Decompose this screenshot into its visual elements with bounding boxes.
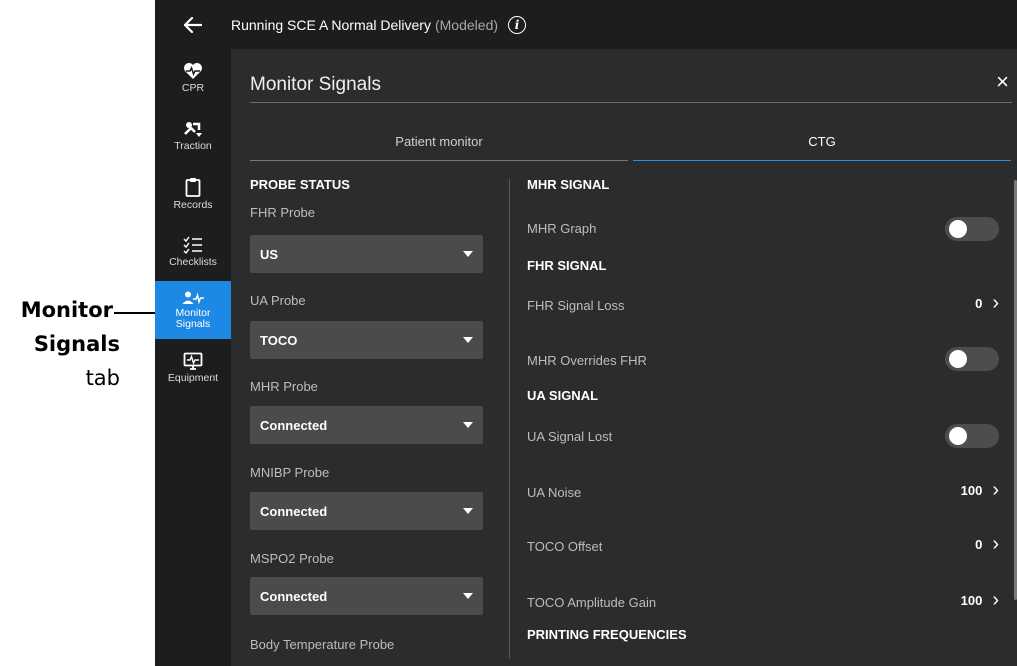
chevron-down-icon [463, 337, 473, 343]
chevron-right-icon: › [992, 533, 999, 555]
mhr-probe-label: MHR Probe [250, 379, 318, 394]
mhr-graph-label: MHR Graph [527, 221, 597, 236]
toco-amplitude-gain-label: TOCO Amplitude Gain [527, 595, 657, 610]
sidebar-item-records[interactable]: Records [155, 165, 231, 223]
chevron-right-icon: › [992, 589, 999, 611]
monitor-signals-panel: Monitor Signals × Patient monitor CTG PR… [250, 49, 1017, 666]
callout-line-3: tab [85, 366, 120, 390]
ua-probe-select[interactable]: TOCO [250, 321, 483, 359]
ua-probe-label: UA Probe [250, 293, 306, 308]
toco-amplitude-gain-number: 100 [960, 592, 983, 608]
sidebar-item-checklists[interactable]: Checklists [155, 223, 231, 281]
traction-icon [184, 122, 202, 137]
chevron-right-icon: › [992, 479, 999, 501]
fhr-signal-loss-value[interactable]: 0 › [975, 292, 999, 314]
toco-offset-number: 0 [975, 536, 983, 552]
mhr-probe-select[interactable]: Connected [250, 406, 483, 444]
sidebar-item-label: Equipment [167, 372, 219, 384]
monitor-signals-icon [182, 291, 204, 304]
mnibp-probe-value: Connected [260, 503, 328, 519]
mhr-signal-heading: MHR SIGNAL [527, 177, 610, 192]
ua-noise-value[interactable]: 100 › [960, 479, 999, 501]
toco-offset-label: TOCO Offset [527, 539, 603, 554]
sidebar-item-label: Traction [174, 140, 212, 152]
chevron-down-icon [463, 508, 473, 514]
sidebar-item-traction[interactable]: Traction [155, 107, 231, 165]
fhr-probe-select[interactable]: US [250, 235, 483, 273]
scenario-title: Running SCE A Normal Delivery (Modeled) … [231, 15, 527, 34]
back-button[interactable] [155, 0, 231, 49]
fhr-signal-heading: FHR SIGNAL [527, 258, 607, 273]
sidebar-item-equipment[interactable]: Equipment [155, 339, 231, 397]
app-window: Running SCE A Normal Delivery (Modeled) … [155, 0, 1017, 666]
mspo2-probe-value: Connected [260, 588, 328, 604]
sidebar-item-cpr[interactable]: CPR [155, 49, 231, 107]
fhr-signal-loss-number: 0 [975, 295, 983, 311]
heart-pulse-icon [184, 63, 202, 79]
tab-bar: Patient monitor CTG [250, 131, 1012, 161]
checklist-icon [183, 236, 202, 254]
mnibp-probe-label: MNIBP Probe [250, 465, 330, 480]
sidebar-item-monitor-signals[interactable]: Monitor Signals [155, 281, 231, 339]
sidebar-item-label-line-2: Signals [175, 317, 211, 330]
ua-signal-lost-label: UA Signal Lost [527, 429, 613, 444]
mnibp-probe-select[interactable]: Connected [250, 492, 483, 530]
sidebar-item-label-line-1: Monitor [175, 306, 211, 319]
fhr-signal-loss-label: FHR Signal Loss [527, 298, 625, 313]
toggle-knob [949, 220, 967, 238]
sidebar-item-label: CPR [181, 82, 205, 94]
title-divider [250, 102, 1012, 103]
scenario-name: Running SCE A Normal Delivery [231, 16, 431, 33]
ua-signal-lost-toggle[interactable] [945, 424, 999, 448]
probe-status-section: PROBE STATUS FHR Probe US UA Probe TOCO … [250, 177, 485, 652]
toco-amplitude-gain-value[interactable]: 100 › [960, 589, 999, 611]
ua-signal-heading: UA SIGNAL [527, 388, 599, 403]
chevron-right-icon: › [992, 292, 999, 314]
mhr-overrides-fhr-toggle[interactable] [945, 347, 999, 371]
chevron-down-icon [463, 593, 473, 599]
chevron-down-icon [463, 251, 473, 257]
ua-noise-label: UA Noise [527, 485, 582, 500]
toggle-knob [949, 350, 967, 368]
clipboard-icon [185, 178, 201, 197]
monitor-signals-callout: Monitor Signals tab [0, 290, 157, 410]
chevron-down-icon [463, 422, 473, 428]
sidebar-item-label: Records [173, 199, 213, 211]
tab-ctg[interactable]: CTG [633, 131, 1011, 161]
close-icon[interactable]: × [996, 71, 1009, 93]
tab-patient-monitor[interactable]: Patient monitor [250, 131, 628, 161]
info-icon[interactable]: i [508, 15, 527, 34]
equipment-monitor-icon [183, 352, 203, 370]
toco-offset-value[interactable]: 0 › [975, 533, 999, 555]
panel-title: Monitor Signals [250, 74, 381, 95]
printing-frequencies-heading: PRINTING FREQUENCIES [527, 627, 687, 642]
top-bar: Running SCE A Normal Delivery (Modeled) … [155, 0, 1017, 49]
body-temperature-probe-label: Body Temperature Probe [250, 637, 395, 652]
sidebar-item-label: Checklists [169, 256, 217, 268]
mhr-graph-toggle[interactable] [945, 217, 999, 241]
callout-pointer-line [114, 312, 157, 314]
ua-noise-number: 100 [960, 482, 983, 498]
scenario-mode: (Modeled) [434, 16, 499, 33]
mspo2-probe-select[interactable]: Connected [250, 577, 483, 615]
fhr-probe-label: FHR Probe [250, 205, 316, 220]
ctg-signals-section: MHR SIGNAL MHR Graph FHR SIGNAL FHR Sign… [527, 177, 999, 666]
ua-probe-value: TOCO [260, 332, 298, 348]
mspo2-probe-label: MSPO2 Probe [250, 551, 334, 566]
fhr-probe-value: US [260, 246, 279, 262]
callout-line-1: Monitor [20, 298, 113, 322]
sidebar: CPR Traction Records Checklists Monitor … [155, 49, 231, 666]
arrow-left-icon [184, 16, 202, 33]
mhr-overrides-fhr-label: MHR Overrides FHR [527, 353, 647, 368]
mhr-probe-value: Connected [260, 417, 328, 433]
callout-line-2: Signals [33, 332, 120, 356]
column-divider [509, 179, 510, 659]
toggle-knob [949, 427, 967, 445]
probe-status-heading: PROBE STATUS [250, 177, 350, 192]
